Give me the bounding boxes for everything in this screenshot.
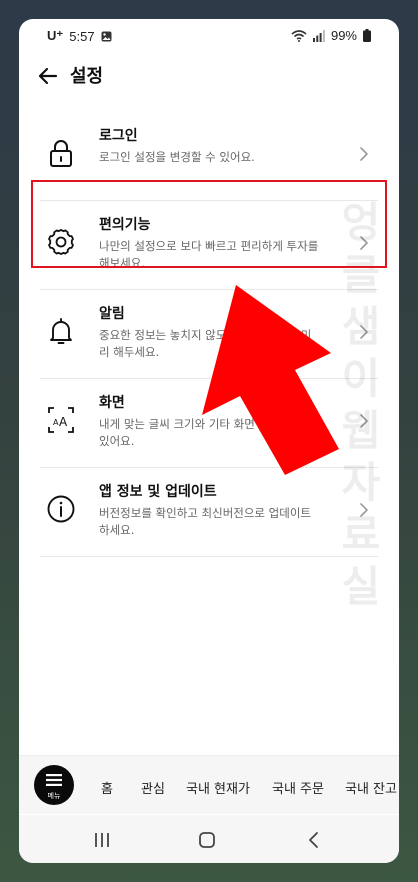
gallery-notification-icon (101, 31, 112, 41)
settings-item-title: 화면 (99, 395, 125, 411)
lock-icon (50, 140, 72, 167)
hamburger-icon (46, 774, 62, 786)
status-bar: U⁺ 5:57 99% (19, 19, 399, 51)
wifi-icon (291, 29, 307, 42)
red-arrow-annotation (202, 285, 339, 475)
chevron-right-icon (360, 147, 368, 161)
menu-label: 메뉴 (47, 792, 61, 800)
battery-percent: 99% (330, 28, 357, 43)
battery-icon (363, 29, 371, 42)
settings-item-desc: 버전정보를 확인하고 최신버전으로 업데이트 하세요. (99, 506, 311, 537)
bell-icon (50, 318, 72, 344)
tab-domestic-order[interactable]: 국내 주문 (272, 778, 324, 797)
tab-home[interactable]: 홈 (101, 778, 113, 797)
settings-item-title: 로그인 (99, 128, 138, 144)
bottom-tab-bar: 메뉴 홈 관심 국내 현재가 국내 주문 국내 잔고 (19, 755, 399, 814)
clock: 5:57 (69, 28, 95, 44)
phone-screen: U⁺ 5:57 99% 설정 로그인 로그인 설정을 변경할 수 있어요. 편의… (19, 19, 399, 863)
svg-text:A: A (59, 415, 68, 429)
settings-item-convenience[interactable]: 편의기능 나만의 설정으로 보다 빠르고 편리하게 투자를 해보세요. (40, 201, 378, 290)
settings-item-login[interactable]: 로그인 로그인 설정을 변경할 수 있어요. (40, 112, 378, 201)
info-icon (47, 495, 75, 523)
back-nav-icon[interactable] (302, 828, 326, 852)
settings-item-title: 알림 (99, 306, 125, 322)
back-arrow-icon[interactable] (36, 64, 60, 88)
gear-icon (48, 229, 74, 255)
settings-item-desc: 로그인 설정을 변경할 수 있어요. (99, 150, 255, 164)
home-nav-icon[interactable] (195, 828, 219, 852)
tab-domestic-balance[interactable]: 국내 잔고 (345, 778, 397, 797)
tab-watchlist[interactable]: 관심 (141, 778, 165, 797)
page-title: 설정 (70, 66, 104, 87)
tab-domestic-price[interactable]: 국내 현재가 (186, 778, 250, 797)
menu-button[interactable]: 메뉴 (34, 765, 74, 805)
system-nav-bar (19, 815, 399, 863)
chevron-right-icon (360, 236, 368, 250)
settings-item-desc: 나만의 설정으로 보다 빠르고 편리하게 투자를 해보세요. (99, 239, 319, 270)
chevron-right-icon (360, 503, 368, 517)
chevron-right-icon (360, 414, 368, 428)
settings-item-title: 편의기능 (99, 217, 151, 233)
page-header: 설정 (19, 59, 399, 103)
carrier-label: U⁺ (47, 28, 64, 43)
signal-icon (312, 29, 325, 42)
chevron-right-icon (360, 325, 368, 339)
font-size-icon: AA (48, 407, 74, 433)
recent-apps-icon[interactable] (90, 828, 114, 852)
